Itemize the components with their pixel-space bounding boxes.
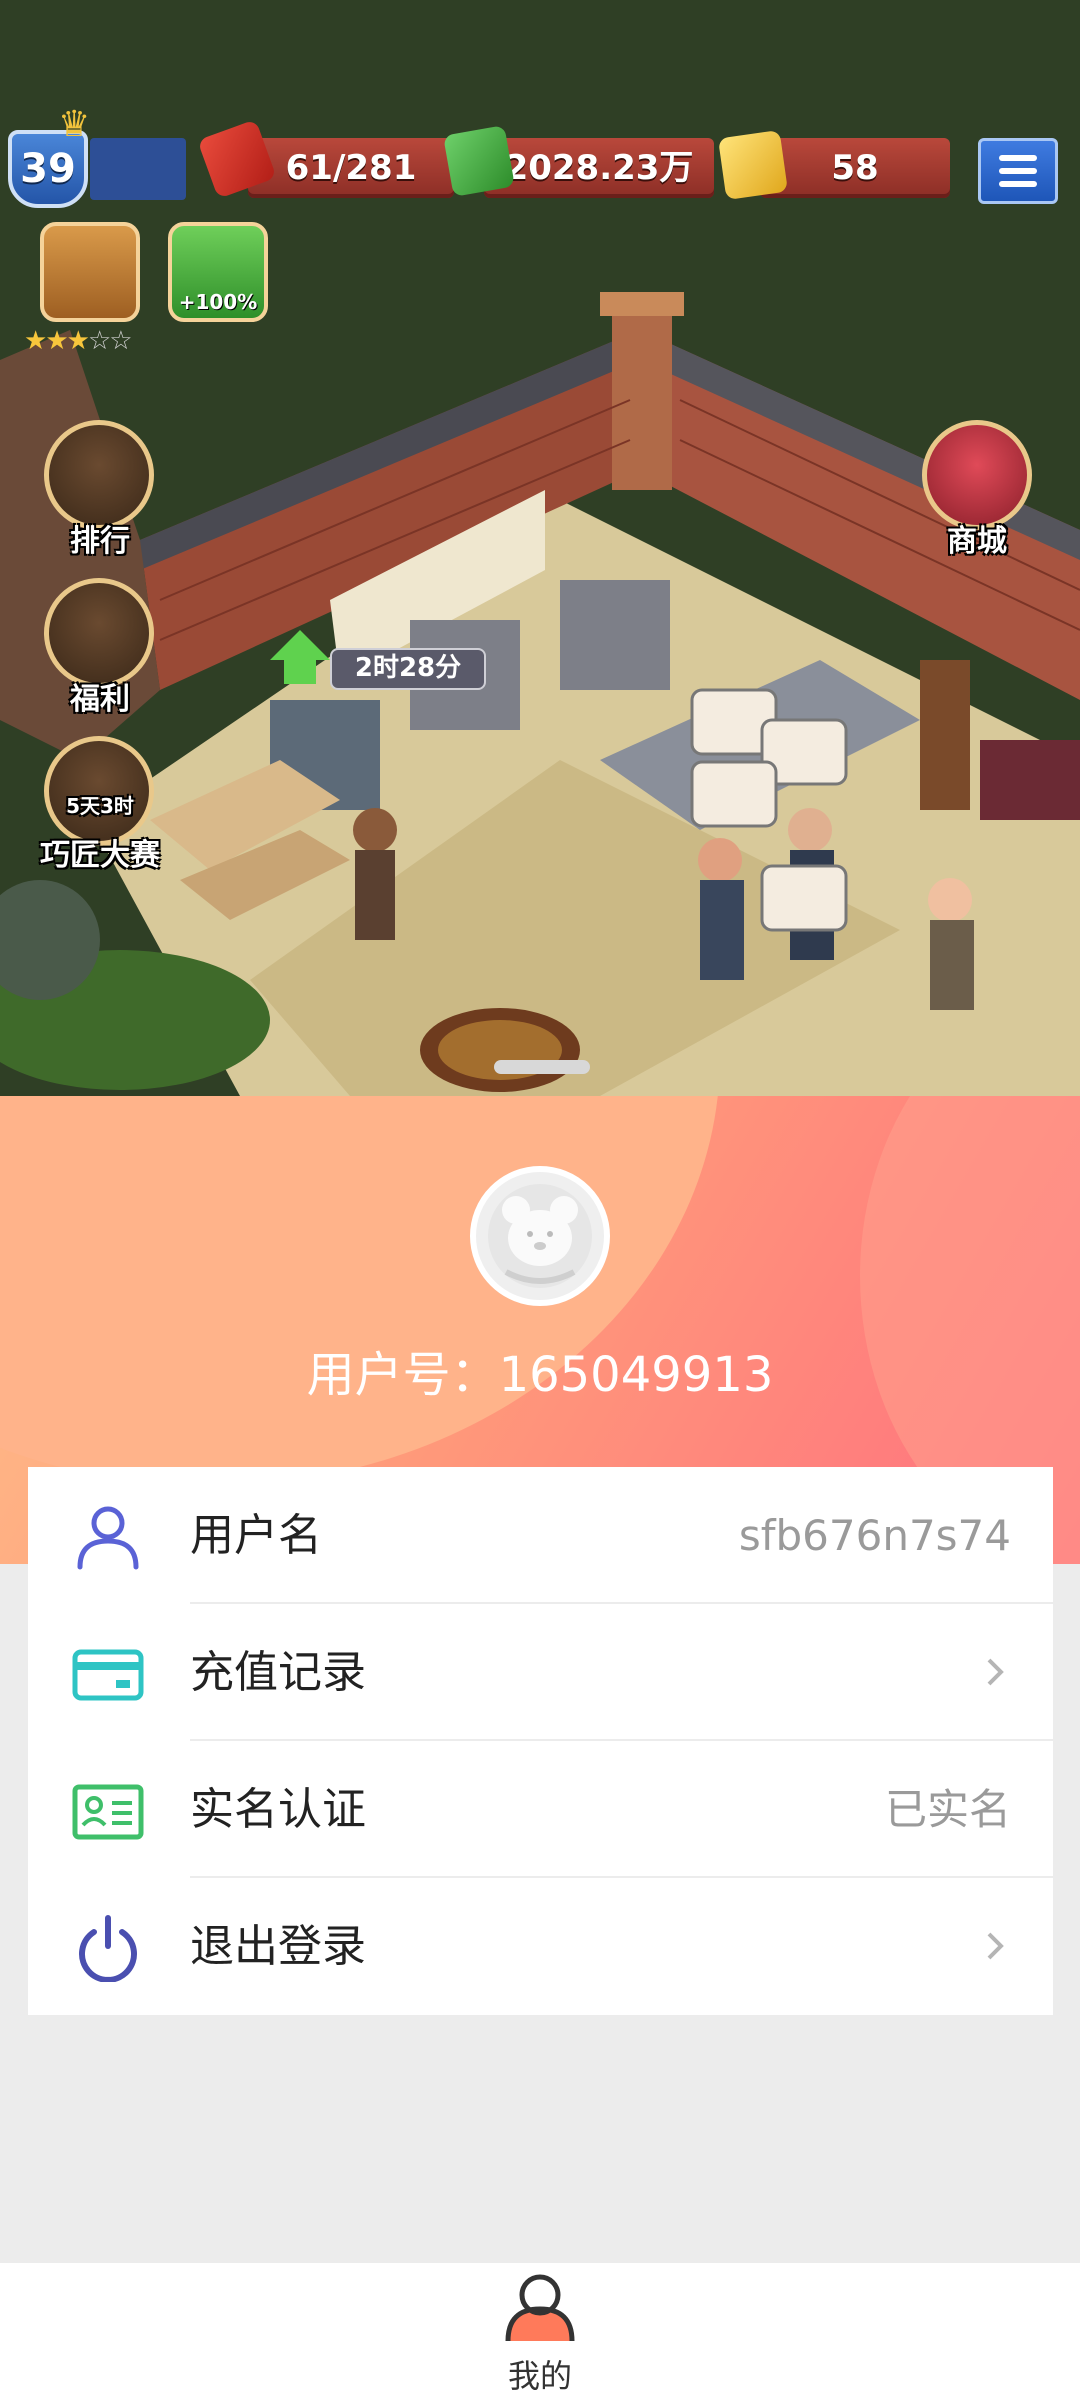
craftsman-contest-label: 巧匠大赛: [40, 838, 160, 873]
store-upgrade-button[interactable]: [40, 222, 140, 322]
account-menu: 用户名 sfb676n7s74 充值记录 实名认证 已实名 退出登录: [28, 1467, 1053, 2015]
income-bonus-badge: +100%: [178, 290, 258, 314]
gold-bar-icon: [717, 129, 789, 201]
tab-mine[interactable]: 我的: [490, 2271, 590, 2395]
level-number: 39: [20, 146, 76, 192]
menu-row-label: 实名认证: [190, 1784, 366, 1835]
user-icon: [77, 1506, 139, 1570]
gold-value: 58: [831, 148, 879, 188]
profile-tab-icon: [505, 2274, 575, 2342]
shop-label: 商城: [947, 524, 1007, 559]
income-bonus-button[interactable]: +100%: [168, 222, 268, 322]
menu-row-label: 充值记录: [190, 1647, 366, 1698]
shop-button[interactable]: [922, 420, 1032, 530]
menu-row-label: 用户名: [190, 1510, 322, 1561]
card-icon: [72, 1649, 144, 1701]
star-empty-icon: ☆: [109, 326, 132, 356]
menu-button[interactable]: [978, 138, 1058, 204]
header-decor: [0, 1096, 720, 1486]
cash-counter[interactable]: 2028.23万: [484, 138, 714, 198]
verification-status: 已实名: [884, 1785, 1011, 1834]
shop-rating-stars: ★★★☆☆: [24, 326, 133, 356]
chevron-right-icon: [987, 1932, 1004, 1960]
star-empty-icon: ☆: [87, 326, 111, 356]
xp-bar: [90, 138, 186, 200]
username-value: sfb676n7s74: [738, 1511, 1011, 1560]
menu-line-icon: [999, 155, 1037, 161]
energy-value: 61/281: [285, 148, 417, 188]
tab-mine-label: 我的: [507, 2357, 572, 2395]
bottom-tab-bar: 我的: [0, 2263, 1080, 2400]
drag-handle[interactable]: [494, 1060, 590, 1074]
bear-avatar-icon: [488, 1184, 592, 1288]
menu-line-icon: [999, 168, 1037, 174]
energy-counter[interactable]: 61/281: [248, 138, 454, 198]
power-icon: [79, 1915, 137, 1982]
star-icon: ★: [24, 326, 47, 356]
crown-icon: ♛: [58, 104, 91, 145]
game-view[interactable]: 39 ♛ 61/281 2028.23万 58 +100% ★★★☆☆ 排行 福…: [0, 0, 1080, 1096]
menu-row-username[interactable]: 用户名 sfb676n7s74: [28, 1467, 1053, 1604]
user-id: 用户号：165049913: [306, 1347, 774, 1403]
ranking-button[interactable]: [44, 420, 154, 530]
cash-stack-icon: [443, 125, 515, 197]
cash-value: 2028.23万: [504, 148, 694, 188]
upgrade-timer[interactable]: 2时28分: [330, 648, 486, 690]
contest-timer: 5天3时: [66, 794, 134, 818]
welfare-label: 福利: [70, 682, 130, 717]
avatar[interactable]: [470, 1166, 610, 1306]
star-icon: ★: [66, 326, 90, 356]
chevron-right-icon: [987, 1658, 1004, 1686]
gold-counter[interactable]: 58: [760, 138, 950, 198]
menu-row-label: 退出登录: [190, 1921, 366, 1972]
menu-line-icon: [999, 181, 1037, 187]
menu-row-logout[interactable]: 退出登录: [28, 1878, 1053, 2015]
id-card-icon: [72, 1784, 144, 1840]
menu-row-recharge-history[interactable]: 充值记录: [28, 1604, 1053, 1741]
star-icon: ★: [45, 326, 68, 356]
ranking-label: 排行: [70, 524, 130, 559]
menu-row-real-name-verification[interactable]: 实名认证 已实名: [28, 1741, 1053, 1878]
welfare-button[interactable]: [44, 578, 154, 688]
